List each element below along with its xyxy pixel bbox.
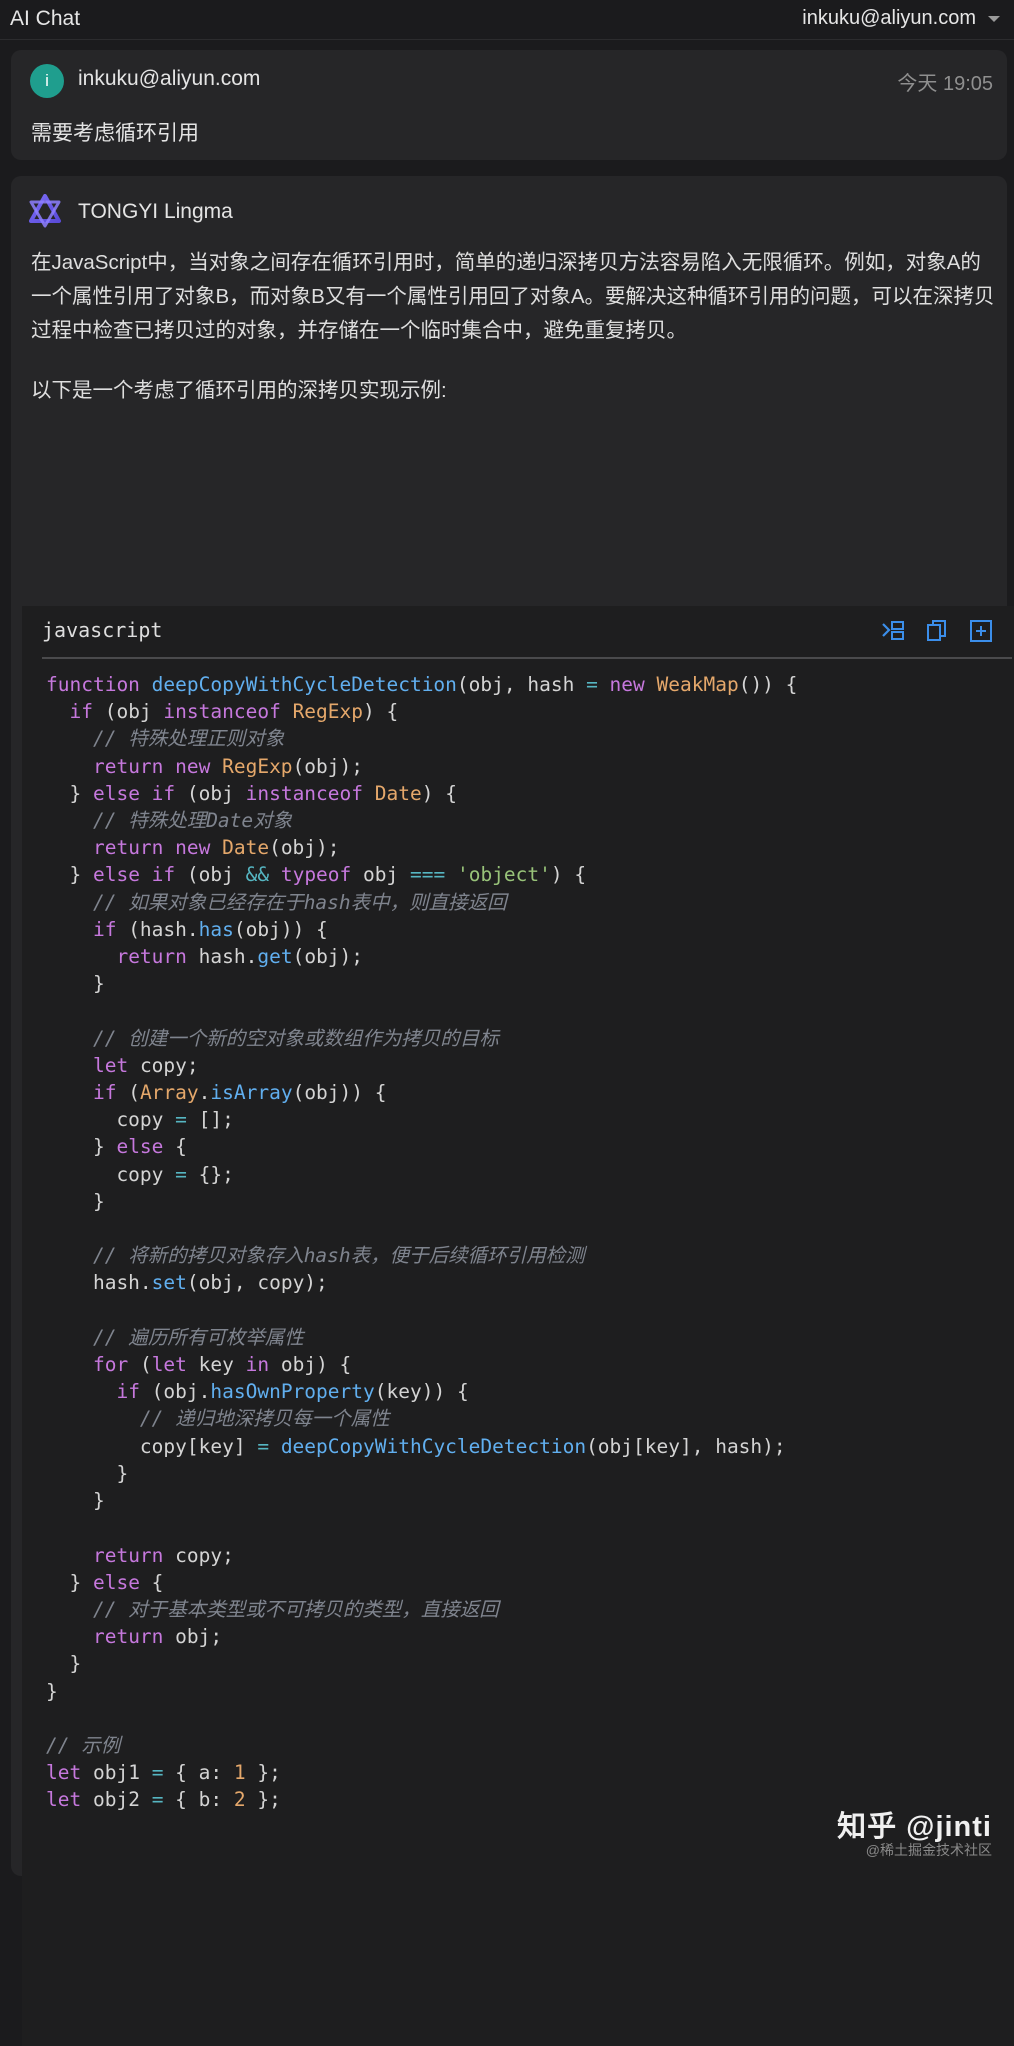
code-line: } [46, 1679, 58, 1703]
message-timestamp: 今天 19:05 [897, 73, 993, 95]
code-line: return obj; [92, 1625, 223, 1649]
code-line: } [46, 972, 105, 996]
chevron-down-icon[interactable] [986, 11, 1002, 27]
code-line: // 创建一个新的空对象或数组作为拷贝的目标 [92, 1026, 499, 1050]
account-selector[interactable]: inkuku@aliyun.com [802, 7, 976, 30]
code-line: // 将新的拷贝对象存入hash表，便于后续循环引用检测 [92, 1244, 585, 1268]
code-line: function deepCopyWithCycleDetection(obj,… [46, 673, 798, 696]
code-line: let copy; [92, 1053, 199, 1077]
assistant-message-card: TONGYI Lingma 在JavaScript中，当对象之间存在循环引用时，… [11, 176, 1014, 2046]
code-header: javascript [22, 606, 1014, 659]
code-line: // 遍历所有可枚举属性 [92, 1325, 304, 1349]
assistant-name: TONGYI Lingma [78, 200, 233, 223]
tongyi-logo-icon [29, 194, 61, 228]
assistant-paragraph: 以下是一个考虑了循环引用的深拷贝实现示例: [31, 379, 447, 402]
code-line: if (obj instanceof RegExp) { [69, 700, 399, 724]
code-line: let obj1 = { a: 1 }; [46, 1761, 281, 1785]
code-line: } [46, 1461, 129, 1485]
code-line: if (obj.hasOwnProperty(key)) { [116, 1380, 469, 1404]
copy-icon[interactable] [924, 618, 950, 644]
code-line: return hash.get(obj); [116, 945, 364, 969]
code-line: if (hash.has(obj)) { [92, 917, 328, 941]
code-line: return new RegExp(obj); [92, 754, 364, 778]
code-line: } else { [46, 1570, 164, 1594]
code-line: } else { [46, 1135, 187, 1159]
assistant-paragraph: 在JavaScript中，当对象之间存在循环引用时，简单的递归深拷贝方法容易陷入… [31, 251, 995, 342]
code-line: } [46, 1489, 105, 1513]
code-line: // 如果对象已经存在于hash表中，则直接返回 [92, 890, 507, 914]
code-line: return new Date(obj); [92, 836, 340, 860]
code-line: let obj2 = { b: 2 }; [46, 1788, 281, 1812]
user-name: inkuku@aliyun.com [78, 67, 261, 90]
code-line: // 特殊处理Date对象 [92, 809, 293, 833]
code-content: function deepCopyWithCycleDetection(obj,… [46, 671, 1014, 1814]
code-line: for (let key in obj) { [92, 1353, 352, 1377]
code-line: } [46, 1189, 105, 1213]
code-line: } [46, 1652, 82, 1676]
new-file-icon[interactable] [968, 618, 994, 644]
code-line: } else if (obj && typeof obj === 'object… [46, 863, 587, 887]
code-line: // 特殊处理正则对象 [92, 727, 285, 751]
code-line: // 示例 [46, 1733, 121, 1757]
code-line: // 递归地深拷贝每一个属性 [139, 1407, 390, 1431]
code-language-label: javascript [42, 618, 163, 642]
watermark: 知乎 @jinti [837, 1811, 992, 1843]
app-title: AI Chat [10, 7, 81, 30]
avatar: i [30, 64, 64, 98]
watermark-sub: @稀土掘金技术社区 [865, 1842, 992, 1858]
code-divider [42, 657, 1012, 659]
user-message-card: i inkuku@aliyun.com 今天 19:05 需要考虑循环引用 [11, 50, 1007, 160]
code-line: } else if (obj instanceof Date) { [46, 781, 457, 805]
code-line: copy = []; [46, 1108, 234, 1132]
insert-icon[interactable] [880, 618, 906, 644]
code-line: hash.set(obj, copy); [46, 1271, 328, 1295]
top-bar: AI Chat inkuku@aliyun.com [0, 0, 1014, 40]
code-line: // 对于基本类型或不可拷贝的类型，直接返回 [92, 1597, 499, 1621]
user-message-text: 需要考虑循环引用 [31, 122, 199, 145]
code-line: copy = {}; [46, 1162, 234, 1186]
code-line: copy[key] = deepCopyWithCycleDetection(o… [46, 1434, 786, 1458]
code-line: if (Array.isArray(obj)) { [92, 1081, 387, 1105]
code-actions [880, 618, 994, 644]
code-line: return copy; [92, 1543, 234, 1567]
